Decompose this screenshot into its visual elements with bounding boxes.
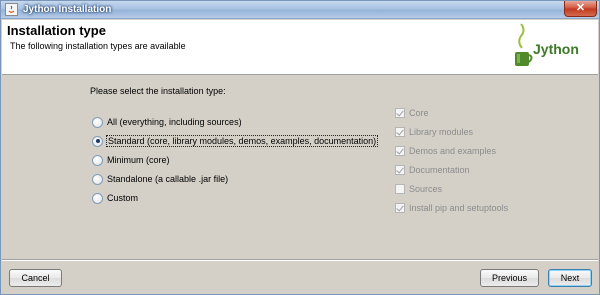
radio-standard[interactable]: Standard (core, library modules, demos, … xyxy=(92,134,379,148)
checkbox-label: Core xyxy=(409,107,429,118)
checkbox xyxy=(395,107,405,118)
checkbox-label: Demos and examples xyxy=(409,145,497,156)
checkbox xyxy=(395,126,405,137)
radio-label: Custom xyxy=(107,193,139,203)
checkbox xyxy=(395,202,405,213)
window-title: Jython Installation xyxy=(23,4,112,15)
radio-label: Minimum (core) xyxy=(107,155,170,165)
installer-window: Jython Installation ✕ Installation type … xyxy=(0,0,600,295)
footer-divider xyxy=(2,259,598,261)
component-library-modules: Library modules xyxy=(395,125,473,138)
radio-standalone[interactable]: Standalone (a callable .jar file) xyxy=(92,172,228,186)
radio-button[interactable] xyxy=(92,135,103,147)
checkbox xyxy=(395,164,405,175)
radio-minimum[interactable]: Minimum (core) xyxy=(92,153,170,167)
component-sources: Sources xyxy=(395,182,442,195)
radio-button[interactable] xyxy=(92,154,103,166)
radio-button[interactable] xyxy=(92,116,103,128)
component-documentation: Documentation xyxy=(395,163,470,176)
java-app-icon xyxy=(5,3,18,16)
cancel-button[interactable]: Cancel xyxy=(9,269,62,287)
checkbox-label: Sources xyxy=(409,183,443,194)
checkbox-label: Documentation xyxy=(409,164,470,175)
jython-logo: Jython xyxy=(509,22,597,72)
radio-button[interactable] xyxy=(92,173,103,185)
component-core: Core xyxy=(395,106,429,119)
checkbox-label: Install pip and setuptools xyxy=(409,202,509,213)
page-subtitle: The following installation types are ava… xyxy=(10,41,186,51)
radio-label: Standard (core, library modules, demos, … xyxy=(105,135,379,147)
title-bar[interactable]: Jython Installation ✕ xyxy=(1,1,599,19)
radio-button[interactable] xyxy=(92,192,103,204)
component-demos: Demos and examples xyxy=(395,144,496,157)
radio-label: Standalone (a callable .jar file) xyxy=(107,174,229,184)
logo-wordmark: Jython xyxy=(533,41,579,57)
previous-button[interactable]: Previous xyxy=(480,269,539,287)
component-pip: Install pip and setuptools xyxy=(395,201,508,214)
radio-label: All (everything, including sources) xyxy=(107,117,242,127)
close-button[interactable]: ✕ xyxy=(564,1,597,17)
radio-all[interactable]: All (everything, including sources) xyxy=(92,115,242,129)
header-panel: Installation type The following installa… xyxy=(2,20,598,75)
install-type-prompt: Please select the installation type: xyxy=(90,86,226,96)
checkbox-label: Library modules xyxy=(409,126,474,137)
next-button[interactable]: Next xyxy=(548,269,592,287)
radio-custom[interactable]: Custom xyxy=(92,191,138,205)
page-title: Installation type xyxy=(7,23,106,38)
checkbox xyxy=(395,183,405,194)
checkbox xyxy=(395,145,405,156)
